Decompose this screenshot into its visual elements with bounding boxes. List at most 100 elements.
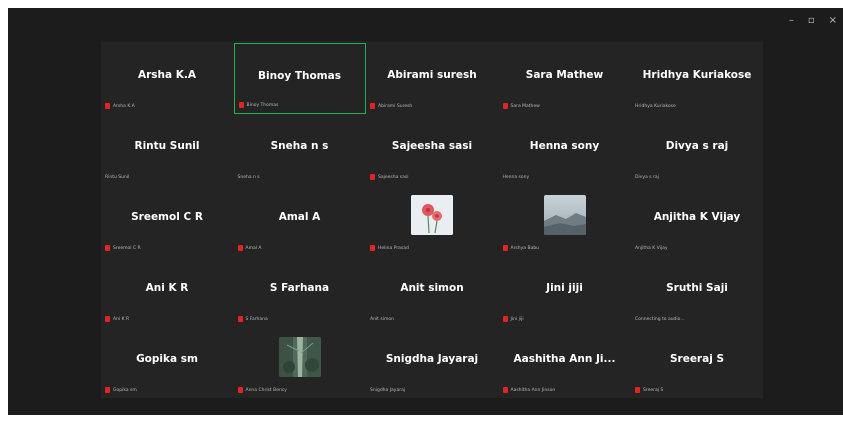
participant-profile-picture [411, 195, 453, 235]
participant-label-text: Abirami Suresh [378, 103, 413, 109]
participant-tile[interactable]: Henna sony Henna sony [498, 114, 631, 185]
participant-tile[interactable]: Snigdha Jayaraj Snigdha Jayaraj [366, 327, 498, 398]
participant-display-name: Rintu Sunil [134, 140, 200, 152]
participant-tile[interactable]: Sajeesha sasi Sajeesha sasi [366, 114, 498, 185]
participant-name-label: Jini jiji [502, 315, 524, 323]
participant-name-label: Hridhya Kuriakose [635, 102, 676, 110]
mic-muted-icon [370, 174, 375, 180]
participant-tile[interactable]: Ani K R Ani K R [101, 256, 233, 327]
participant-name-label: Aashitha Ann Jinson [502, 386, 556, 394]
participant-label-text: Ani K R [113, 316, 130, 322]
participant-label-text: Hridhya Kuriakose [635, 103, 676, 109]
participant-tile[interactable]: Sneha n s Sneha n s [233, 114, 366, 185]
participant-label-text: Snigdha Jayaraj [370, 387, 406, 393]
participant-name-label: Binoy Thomas [238, 101, 278, 109]
participant-display-name: Sruthi Saji [666, 282, 728, 294]
participant-name-label: S Farhana [237, 315, 268, 323]
participant-label-text: Rintu Sunil [105, 174, 130, 180]
mic-muted-icon [502, 103, 508, 109]
participant-label-text: Jini jiji [510, 316, 524, 322]
participant-display-name: Gopika sm [136, 353, 198, 365]
participant-name-label: Arshya Babu [502, 244, 540, 252]
participant-tile[interactable]: Sara Mathew Sara Mathew [498, 43, 631, 114]
participant-label-text: Arshya Babu [510, 245, 540, 251]
participant-tile[interactable]: Helina Prasad [366, 185, 498, 256]
mic-muted-icon [237, 316, 243, 322]
participant-name-label: Anjitha K Vijay [635, 244, 668, 252]
participant-tile[interactable]: Anna Christ Bency [233, 327, 366, 398]
participant-name-label: Amal A [237, 244, 261, 252]
participant-name-label: Helina Prasad [370, 244, 409, 252]
participant-display-name: Anjitha K Vijay [653, 211, 741, 223]
participant-profile-picture [278, 337, 321, 377]
participant-name-label: Arsha K.A [105, 102, 135, 110]
participant-tile[interactable]: Amal A Amal A [233, 185, 366, 256]
window-controls: – ▫ × [789, 16, 837, 26]
participant-tile[interactable]: Sreemol C R Sreemol C R [101, 185, 233, 256]
participant-display-name: S Farhana [269, 282, 330, 294]
participant-tile[interactable]: S Farhana S Farhana [233, 256, 366, 327]
participant-tile[interactable]: Sreeraj S Sreeraj S [631, 327, 763, 398]
participant-display-name: Ani K R [145, 282, 189, 294]
participant-label-text: Divya s raj [635, 174, 659, 180]
participant-tile[interactable]: Gopika sm Gopika sm [101, 327, 233, 398]
participant-label-text: Aashitha Ann Jinson [510, 387, 556, 393]
participant-tile[interactable]: Aashitha Ann Ji... Aashitha Ann Jinson [498, 327, 631, 398]
participant-tile[interactable]: Anit simon Anit simon [366, 256, 498, 327]
participant-label-text: Arsha K.A [113, 103, 135, 109]
participant-tile[interactable]: Jini jiji Jini jiji [498, 256, 631, 327]
participant-display-name: Hridhya Kuriakose [642, 69, 752, 81]
participant-display-name: Sajeesha sasi [391, 140, 473, 152]
participant-name-label: Sneha n s [238, 173, 260, 181]
mic-muted-icon [237, 387, 243, 393]
participant-display-name: Henna sony [529, 140, 600, 152]
participant-name-label: Henna sony [503, 173, 530, 181]
mic-muted-icon [105, 387, 110, 393]
participant-label-text: Sajeesha sasi [378, 174, 409, 180]
participant-name-label: Rintu Sunil [105, 173, 129, 181]
participant-name-label: Anna Christ Bency [237, 386, 287, 394]
participant-tile[interactable]: Binoy Thomas Binoy Thomas [233, 43, 366, 114]
participant-tile[interactable]: Arshya Babu [498, 185, 631, 256]
participant-tile[interactable]: Anjitha K Vijay Anjitha K Vijay [631, 185, 763, 256]
participant-display-name: Binoy Thomas [258, 70, 341, 82]
participant-tile[interactable]: Arsha K.A Arsha K.A [101, 43, 233, 114]
participant-name-label: Sajeesha sasi [370, 173, 408, 181]
participant-tile[interactable]: Sruthi Saji Connecting to audio... [631, 256, 763, 327]
participant-profile-picture [543, 195, 586, 235]
mic-muted-icon [502, 245, 508, 251]
mic-muted-icon [502, 387, 508, 393]
participant-name-label: Snigdha Jayaraj [370, 386, 405, 394]
participant-label-text: Anna Christ Bency [245, 387, 287, 393]
participant-name-label: Anit simon [370, 315, 394, 323]
participant-tile[interactable]: Hridhya Kuriakose Hridhya Kuriakose [631, 43, 763, 114]
meeting-window: – ▫ × Arsha K.A Arsha K.A Binoy Thomas Bino… [8, 8, 843, 415]
participant-label-text: Helina Prasad [378, 245, 409, 251]
participant-name-label: Abirami Suresh [370, 102, 412, 110]
mic-muted-icon [635, 387, 640, 393]
close-icon[interactable]: × [829, 16, 837, 26]
mic-muted-icon [370, 103, 375, 109]
participant-label-text: Anjitha K Vijay [635, 245, 668, 251]
participant-name-label: Divya s raj [635, 173, 659, 181]
participant-grid: Arsha K.A Arsha K.A Binoy Thomas Binoy Thom… [101, 41, 763, 398]
participant-label-text: Gopika sm [113, 387, 137, 393]
participant-label-text: Sreemol C R [113, 245, 141, 251]
participant-label-text: S Farhana [245, 316, 268, 322]
participant-name-label: Sara Mathew [502, 102, 540, 110]
participant-tile[interactable]: Divya s raj Divya s raj [631, 114, 763, 185]
participant-name-label: Sreemol C R [105, 244, 141, 252]
participant-name-label: Gopika sm [105, 386, 137, 394]
participant-label-text: Anit simon [370, 316, 394, 322]
participant-label-text: Sreeraj S [643, 387, 664, 393]
maximize-icon[interactable]: ▫ [808, 16, 815, 26]
participant-tile[interactable]: Abirami suresh Abirami Suresh [366, 43, 498, 114]
minimize-icon[interactable]: – [789, 16, 794, 26]
participant-display-name: Jini jiji [546, 282, 583, 294]
participant-display-name: Sara Mathew [525, 69, 604, 81]
participant-tile[interactable]: Rintu Sunil Rintu Sunil [101, 114, 233, 185]
mic-muted-icon [105, 316, 110, 322]
participant-display-name: Amal A [278, 211, 321, 223]
participant-display-name: Sreeraj S [669, 353, 725, 365]
participant-display-name: Anit simon [400, 282, 464, 294]
